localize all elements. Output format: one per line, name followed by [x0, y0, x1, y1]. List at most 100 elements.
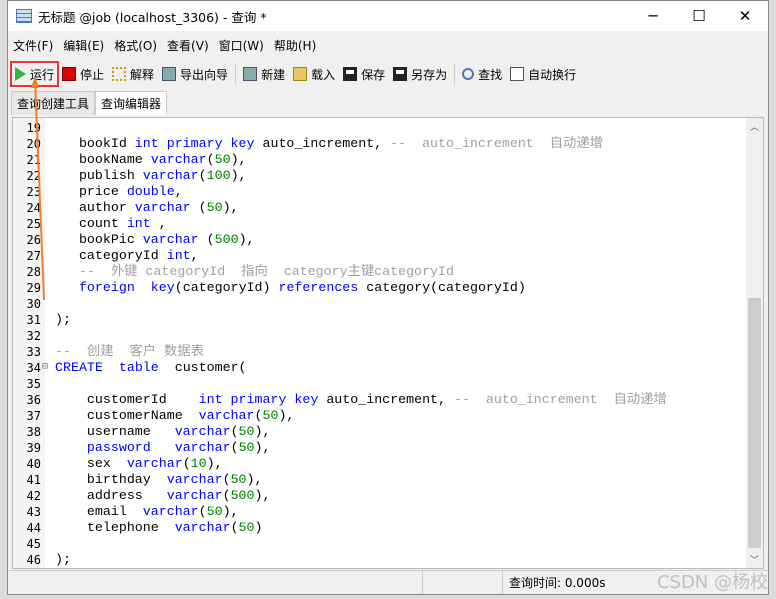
sql-editor[interactable]: 19 20 bookId int primary key auto_increme…	[12, 117, 764, 569]
code-line: 37 customerName varchar(50),	[13, 408, 745, 424]
menu-view[interactable]: 查看(V)	[167, 37, 209, 54]
code-line: 39 password varchar(50),	[13, 440, 745, 456]
code-token: username	[55, 424, 175, 439]
menu-window[interactable]: 窗口(W)	[219, 37, 264, 54]
code-token: ),	[254, 440, 271, 455]
toolbar: 运行 停止 解释 导出向导 新建 载入 保存 另存为 查找 自动换行	[8, 59, 768, 89]
code-token: 500	[214, 232, 239, 247]
code-token: key	[150, 280, 175, 295]
code-line: 44 telephone varchar(50)	[13, 520, 745, 536]
tab-query-builder[interactable]: 查询创建工具	[11, 91, 96, 115]
code-token: (	[206, 152, 215, 167]
line-number: 22	[26, 169, 41, 183]
code-token: varchar	[142, 168, 199, 183]
code-token: address	[55, 488, 167, 503]
code-token: (	[182, 456, 191, 471]
code-token: int	[166, 248, 191, 263]
code-line: 26 bookPic varchar (500),	[13, 232, 745, 248]
load-label: 载入	[311, 67, 336, 82]
code-token: varchar	[174, 424, 231, 439]
load-button[interactable]: 载入	[289, 62, 339, 86]
code-token: varchar	[174, 520, 231, 535]
line-number: 41	[26, 473, 41, 487]
save-button[interactable]: 保存	[339, 62, 389, 86]
scroll-up-icon[interactable]: ︿	[746, 120, 763, 133]
code-line: 31);	[13, 312, 745, 328]
app-table-icon	[16, 9, 32, 23]
code-token: (	[222, 472, 231, 487]
line-number: 30	[26, 297, 41, 311]
query-time: 查询时间: 0.000s	[502, 571, 652, 594]
code-token: varchar	[174, 440, 231, 455]
run-button[interactable]: 运行	[9, 61, 60, 87]
line-number: 25	[26, 217, 41, 231]
line-number: 20	[26, 137, 41, 151]
line-number: 32	[26, 329, 41, 343]
new-button[interactable]: 新建	[239, 62, 289, 86]
code-token: auto_increment,	[318, 392, 454, 407]
code-line: 23 price double,	[13, 184, 745, 200]
explain-label: 解释	[130, 67, 155, 82]
code-token: )	[254, 520, 263, 535]
code-token: varchar	[150, 152, 207, 167]
stop-button[interactable]: 停止	[58, 62, 108, 86]
code-token: category(categoryId)	[358, 280, 526, 295]
minimize-button[interactable]: ─	[630, 7, 676, 25]
wrap-icon	[510, 67, 525, 81]
fold-toggle-icon[interactable]: ⊟	[42, 360, 48, 376]
code-token: (	[230, 440, 239, 455]
maximize-button[interactable]: ☐	[676, 7, 722, 25]
code-line: 25 count int ,	[13, 216, 745, 232]
vertical-scrollbar[interactable]: ︿ ﹀	[746, 118, 763, 568]
code-token: password	[86, 440, 151, 455]
menu-help[interactable]: 帮助(H)	[274, 37, 316, 54]
code-token: ),	[230, 168, 247, 183]
find-button[interactable]: 查找	[458, 62, 506, 86]
code-token: 50	[206, 200, 223, 215]
code-token: sex	[55, 456, 127, 471]
code-token: CREATE	[55, 360, 103, 375]
line-number: 45	[26, 537, 41, 551]
save-as-button[interactable]: 另存为	[389, 62, 451, 86]
code-token: 50	[230, 472, 247, 487]
code-token: ),	[222, 200, 239, 215]
line-number: 34	[26, 361, 41, 375]
line-number: 35	[26, 377, 41, 391]
scroll-down-icon[interactable]: ﹀	[746, 553, 763, 566]
menu-file[interactable]: 文件(F)	[13, 37, 53, 54]
close-button[interactable]: ✕	[722, 7, 768, 25]
explain-button[interactable]: 解释	[108, 62, 158, 86]
save-icon	[343, 67, 358, 81]
menu-format[interactable]: 格式(O)	[114, 37, 157, 54]
code-token: ),	[254, 488, 271, 503]
export-wizard-button[interactable]: 导出向导	[158, 62, 232, 86]
scrollbar-thumb[interactable]	[748, 298, 761, 548]
line-number: 46	[26, 553, 41, 567]
code-line: 42 address varchar(500),	[13, 488, 745, 504]
code-token: bookName	[55, 152, 151, 167]
code-token: int primary key	[134, 136, 255, 151]
code-token: customer(	[158, 360, 247, 375]
code-token: ),	[246, 472, 263, 487]
line-number: 42	[26, 489, 41, 503]
word-wrap-button[interactable]: 自动换行	[506, 62, 580, 86]
line-number: 26	[26, 233, 41, 247]
menu-edit[interactable]: 编辑(E)	[63, 37, 104, 54]
folder-icon	[293, 67, 308, 81]
code-token: author	[55, 200, 135, 215]
new-icon	[243, 67, 258, 81]
tab-query-editor[interactable]: 查询编辑器	[95, 91, 168, 115]
query-window: 无标题 @job (localhost_3306) - 查询 * ─ ☐ ✕ 文…	[7, 0, 769, 595]
line-number: 19	[26, 121, 41, 135]
code-token: 500	[230, 488, 255, 503]
code-token: ),	[206, 456, 223, 471]
code-token: ),	[230, 152, 247, 167]
window-title: 无标题 @job (localhost_3306) - 查询 *	[38, 9, 267, 25]
code-token: price	[55, 184, 127, 199]
code-line: 43 email varchar(50),	[13, 504, 745, 520]
code-token: 100	[206, 168, 231, 183]
code-line: 36 customerId int primary key auto_incre…	[13, 392, 745, 408]
